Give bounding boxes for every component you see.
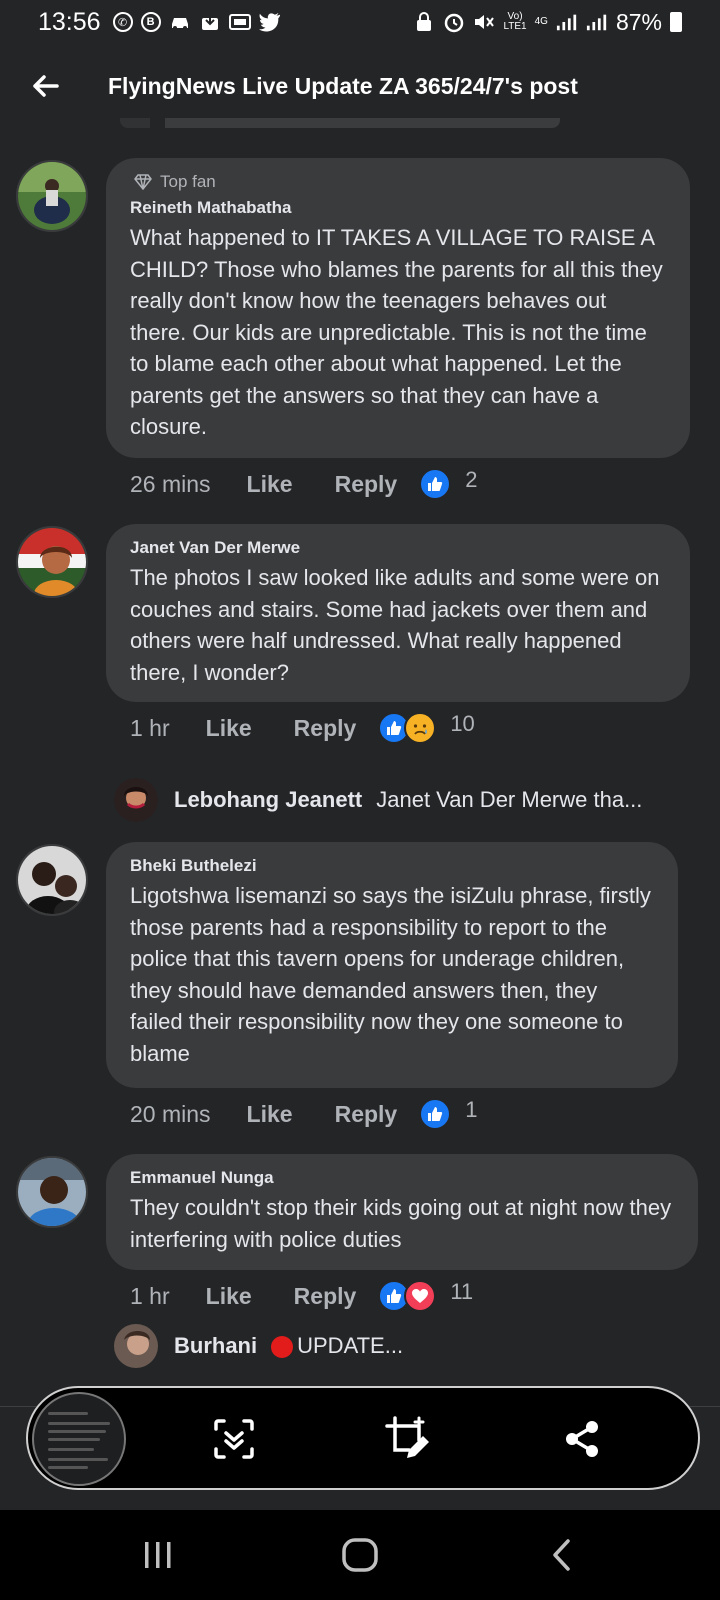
share-button[interactable] — [558, 1415, 606, 1463]
comment-author[interactable]: Bheki Buthelezi — [130, 856, 654, 876]
comment-bubble: Emmanuel Nunga They couldn't stop their … — [106, 1154, 698, 1270]
network-type: 4G — [534, 16, 548, 27]
car-icon — [169, 11, 191, 33]
like-button[interactable]: Like — [206, 1283, 252, 1310]
reactions[interactable]: 10 — [378, 711, 475, 744]
comment-text: What happened to IT TAKES A VILLAGE TO R… — [130, 225, 663, 439]
back-icon — [553, 1539, 570, 1571]
comment-author[interactable]: Janet Van Der Merwe — [130, 538, 666, 558]
status-time: 13:56 — [38, 7, 101, 36]
battery-percent: 87% — [615, 8, 662, 35]
comment-actions: 26 mins Like Reply 2 — [130, 466, 477, 502]
battery-icon — [670, 12, 682, 32]
comment-bubble: Bheki Buthelezi Ligotshwa lisemanzi so s… — [106, 842, 678, 1088]
reply-button[interactable]: Reply — [335, 1101, 398, 1128]
comment-text: Ligotshwa lisemanzi so says the isiZulu … — [130, 883, 651, 1066]
reply-button[interactable]: Reply — [294, 1283, 357, 1310]
comment-time[interactable]: 20 mins — [130, 1101, 211, 1128]
comment-bubble: Janet Van Der Merwe The photos I saw loo… — [106, 524, 690, 702]
recents-button[interactable] — [128, 1530, 188, 1580]
comment-author[interactable]: Reineth Mathabatha — [130, 198, 666, 218]
reaction-count: 2 — [465, 467, 478, 492]
comment-author[interactable]: Emmanuel Nunga — [130, 1168, 674, 1188]
recents-icon — [145, 1542, 171, 1568]
reply-text: UPDATE... — [271, 1333, 403, 1359]
reply-preview[interactable]: Burhani UPDATE... — [114, 1322, 403, 1370]
like-reaction-icon — [419, 468, 452, 500]
like-button[interactable]: Like — [206, 715, 252, 742]
avatar[interactable] — [16, 160, 88, 232]
top-fan-badge: Top fan — [134, 172, 666, 192]
partial-comment-remnant — [120, 118, 560, 134]
red-circle-icon — [271, 1336, 294, 1359]
reply-preview[interactable]: Lebohang Jeanett Janet Van Der Merwe tha… — [114, 776, 642, 824]
like-reaction-icon — [419, 1098, 452, 1130]
screenshot-thumbnail[interactable] — [32, 1392, 126, 1486]
comment-text: The photos I saw looked like adults and … — [130, 565, 660, 685]
comment-time[interactable]: 1 hr — [130, 715, 170, 742]
avatar[interactable] — [16, 526, 88, 598]
home-button[interactable] — [330, 1530, 390, 1580]
scroll-capture-button[interactable] — [210, 1415, 258, 1463]
post-header: FlyingNews Live Update ZA 365/24/7's pos… — [0, 56, 720, 116]
signal-icon-2 — [586, 11, 608, 33]
avatar[interactable] — [16, 844, 88, 916]
comment-actions: 1 hr Like Reply 10 — [130, 710, 475, 746]
reply-author[interactable]: Burhani — [174, 1333, 257, 1359]
diamond-icon — [134, 174, 152, 190]
system-nav-bar — [0, 1510, 720, 1600]
avatar[interactable] — [16, 1156, 88, 1228]
crop-edit-icon — [385, 1416, 429, 1458]
download-icon — [199, 11, 221, 33]
back-button[interactable] — [532, 1530, 592, 1580]
back-arrow-icon — [33, 75, 59, 97]
reply-author[interactable]: Lebohang Jeanett — [174, 787, 362, 813]
sad-reaction-icon — [404, 712, 437, 744]
comment-actions: 20 mins Like Reply 1 — [130, 1096, 477, 1132]
reaction-count: 1 — [465, 1097, 478, 1122]
reactions[interactable]: 2 — [419, 467, 478, 500]
reaction-count: 10 — [450, 711, 475, 736]
like-button[interactable]: Like — [247, 471, 293, 498]
home-icon — [342, 1538, 378, 1572]
screenshot-toolbar — [26, 1386, 700, 1490]
share-icon — [566, 1421, 598, 1457]
twitter-icon — [258, 11, 281, 33]
mute-icon — [473, 11, 495, 33]
comment-text: They couldn't stop their kids going out … — [130, 1195, 672, 1252]
comment-time[interactable]: 26 mins — [130, 471, 211, 498]
comment-actions: 1 hr Like Reply 11 — [130, 1278, 473, 1314]
volte-label: Vo) LTE1 — [503, 11, 527, 32]
avatar[interactable] — [114, 1324, 158, 1368]
alarm-icon — [443, 11, 465, 33]
media-icon — [228, 11, 251, 33]
reply-button[interactable]: Reply — [294, 715, 357, 742]
reply-button[interactable]: Reply — [335, 471, 398, 498]
reactions[interactable]: 11 — [378, 1279, 474, 1312]
reactions[interactable]: 1 — [419, 1097, 478, 1130]
comment-bubble: Top fan Reineth Mathabatha What happened… — [106, 158, 690, 458]
like-button[interactable]: Like — [247, 1101, 293, 1128]
love-reaction-icon — [404, 1280, 437, 1312]
comment-time[interactable]: 1 hr — [130, 1283, 170, 1310]
avatar[interactable] — [114, 778, 158, 822]
back-arrow-button[interactable] — [0, 56, 90, 116]
reaction-count: 11 — [450, 1279, 474, 1304]
b-app-icon: B — [140, 12, 161, 32]
status-bar: 13:56 ✆ B Vo) LTE1 4G 87% — [0, 0, 720, 44]
signal-icon — [556, 11, 578, 33]
lock-icon — [413, 11, 435, 33]
scroll-capture-icon — [214, 1419, 254, 1459]
crop-edit-button[interactable] — [384, 1415, 432, 1463]
whatsapp-icon: ✆ — [112, 12, 133, 32]
page-title: FlyingNews Live Update ZA 365/24/7's pos… — [108, 72, 578, 99]
reply-text: Janet Van Der Merwe tha... — [376, 787, 643, 812]
